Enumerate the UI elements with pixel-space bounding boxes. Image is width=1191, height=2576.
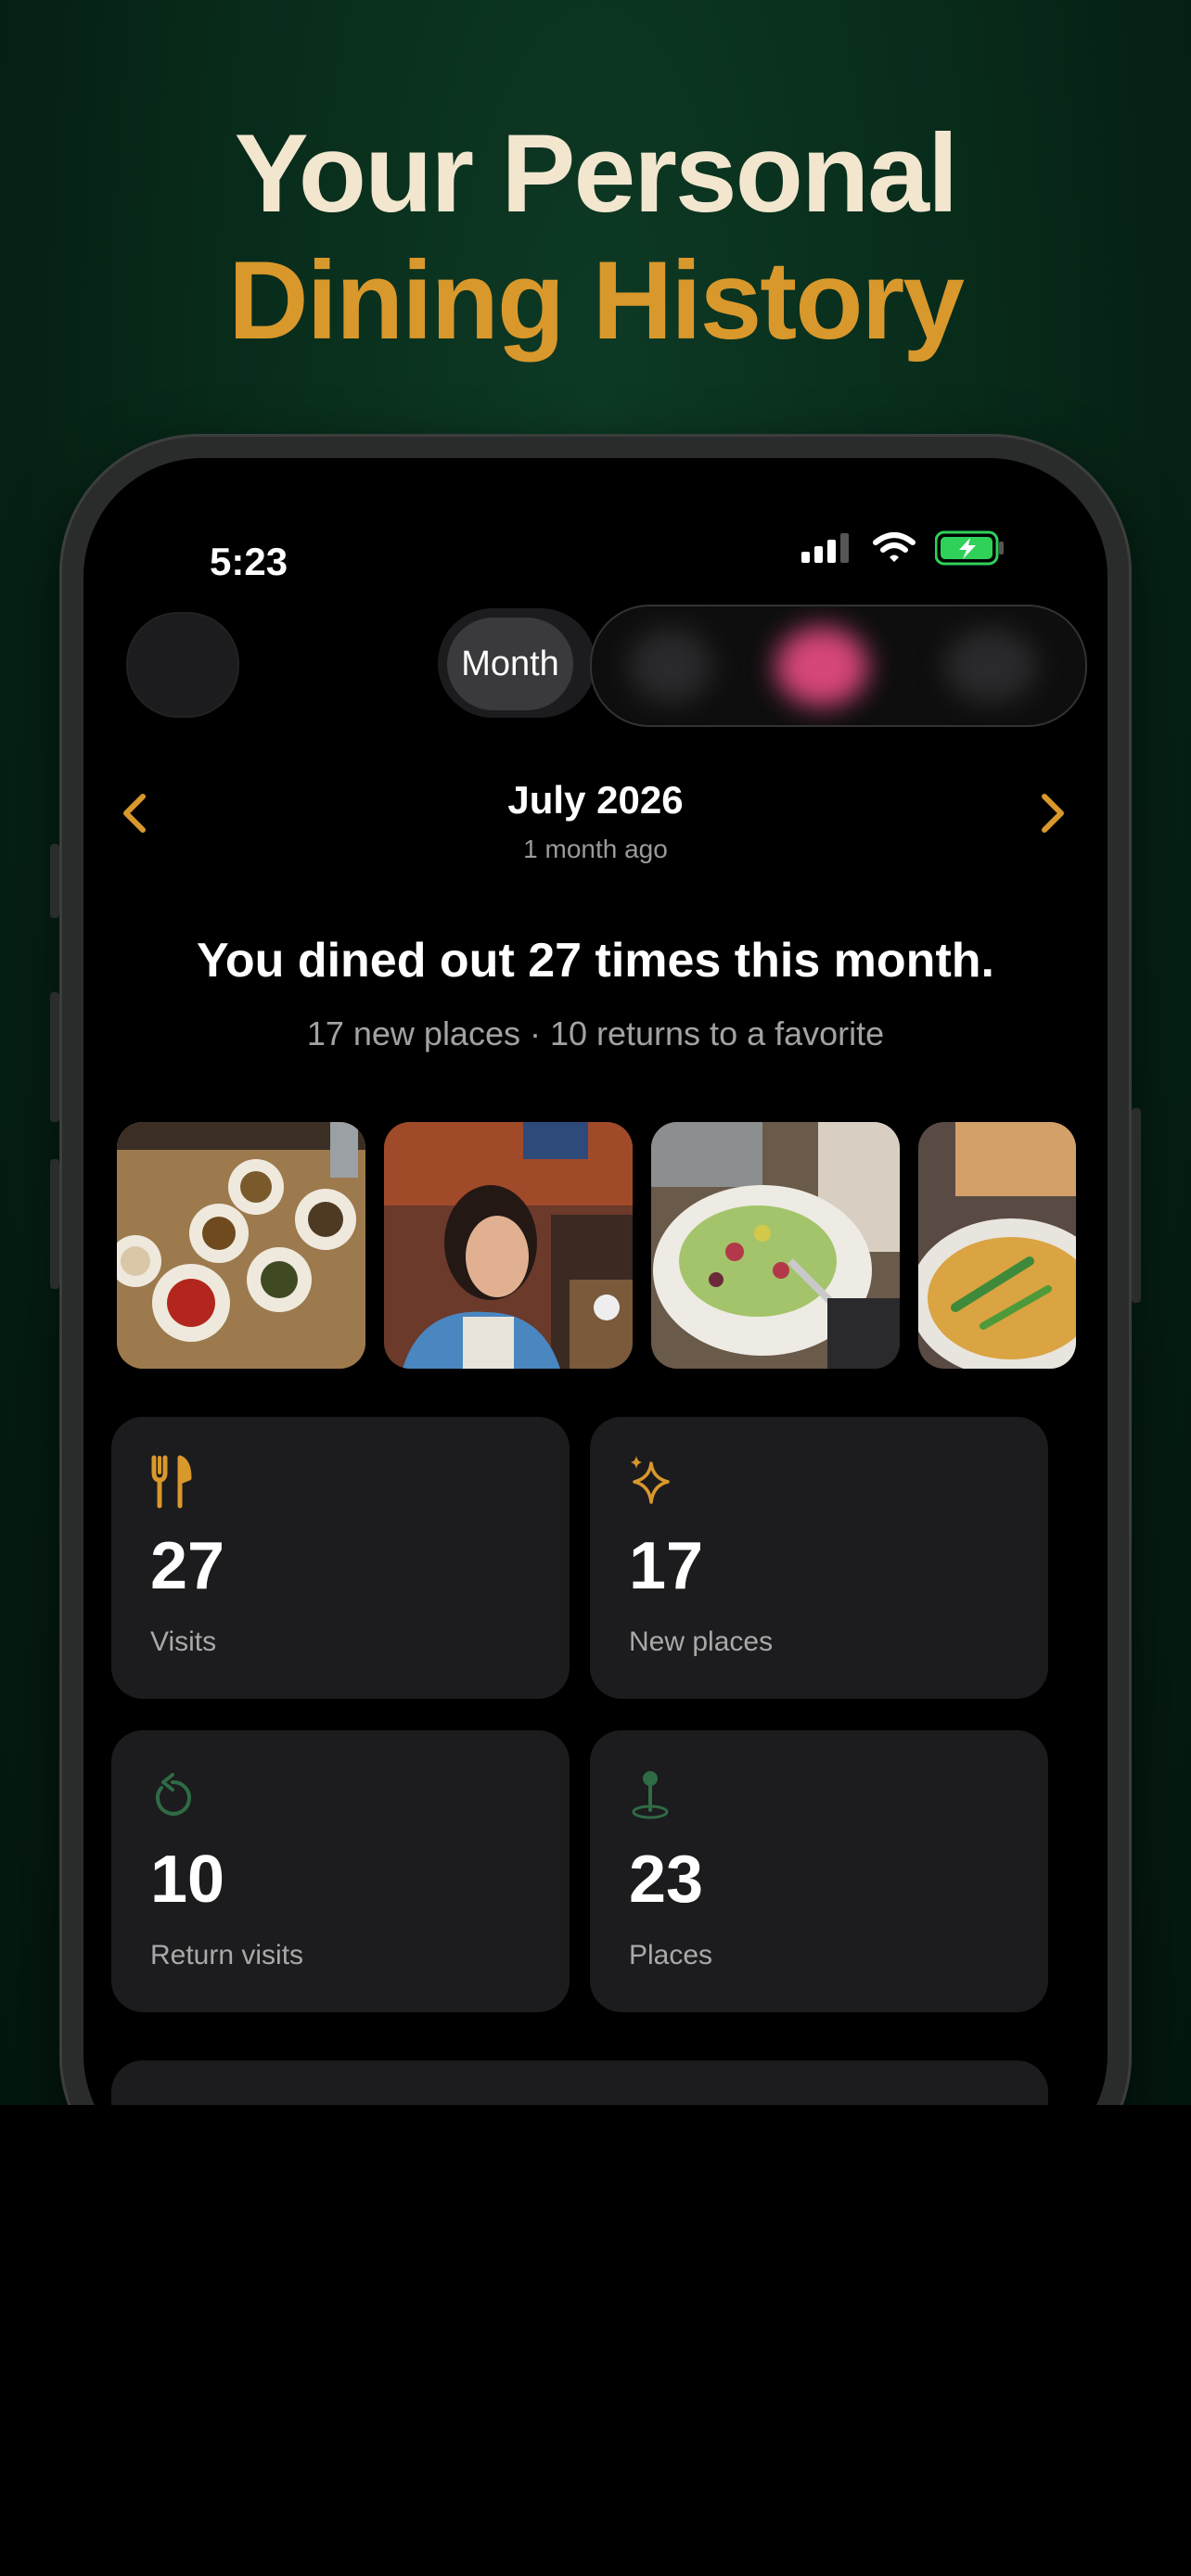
summary-subline: 17 new places · 10 returns to a favorite — [306, 1014, 885, 1052]
status-time: 5:23 — [210, 540, 288, 583]
dynamic-island — [590, 605, 1087, 727]
month-title: July 2026 — [507, 778, 684, 822]
phone-side-button-mute — [50, 844, 59, 918]
woman-at-restaurant-photo[interactable] — [384, 1122, 633, 1369]
status-icons — [800, 530, 1005, 566]
summary-headline: You dined out 27 times this month. — [197, 934, 994, 988]
korean-side-dishes-photo[interactable] — [117, 1122, 365, 1369]
phone-side-button-power — [1132, 1108, 1141, 1303]
next-month-button[interactable] — [1039, 790, 1067, 846]
phone-side-button-volume-up — [50, 992, 59, 1122]
island-glow-left — [629, 629, 712, 703]
island-glow-right — [944, 629, 1037, 703]
stat-label: New places — [629, 1626, 774, 1657]
chevron-right-icon — [1042, 794, 1064, 833]
signal-icon — [801, 533, 849, 563]
return-arrow-icon — [156, 1773, 191, 1816]
stat-value: 23 — [629, 1843, 704, 1917]
stat-card-new-places[interactable]: 17 New places — [590, 1417, 1048, 1699]
stat-card-visits[interactable]: 27 Visits — [111, 1417, 570, 1699]
headline-line-2: Dining History — [227, 238, 965, 363]
stat-label: Places — [629, 1940, 713, 1970]
stat-value: 17 — [629, 1529, 704, 1603]
stat-card-places[interactable]: 23 Places — [590, 1730, 1048, 2012]
month-relative-time: 1 month ago — [523, 835, 668, 863]
island-glow-pink — [775, 627, 868, 707]
segment-month[interactable]: Month — [447, 618, 573, 710]
profile-button[interactable] — [126, 612, 239, 718]
fork-knife-icon — [151, 1455, 192, 1509]
stat-label: Return visits — [150, 1940, 304, 1970]
sparkles-icon — [631, 1456, 670, 1504]
stat-label: Visits — [150, 1626, 217, 1657]
curry-dish-photo[interactable] — [918, 1122, 1076, 1369]
headline-line-1: Your Personal — [234, 111, 959, 236]
salad-photo[interactable] — [651, 1122, 900, 1369]
stat-value: 10 — [150, 1843, 225, 1917]
battery-charging-icon — [935, 530, 1004, 566]
stat-value: 27 — [150, 1529, 225, 1603]
wifi-icon — [873, 532, 916, 562]
map-pin-icon — [632, 1771, 669, 1819]
hero-background: Your Personal Dining History 5:23 Month … — [0, 0, 1191, 2105]
phone-screen: 5:23 Month July 2026 1 month ago You din… — [83, 458, 1108, 2105]
next-section-card — [111, 2060, 1048, 2105]
stat-card-return-visits[interactable]: 10 Return visits — [111, 1730, 570, 2012]
phone-side-button-volume-down — [50, 1159, 59, 1289]
